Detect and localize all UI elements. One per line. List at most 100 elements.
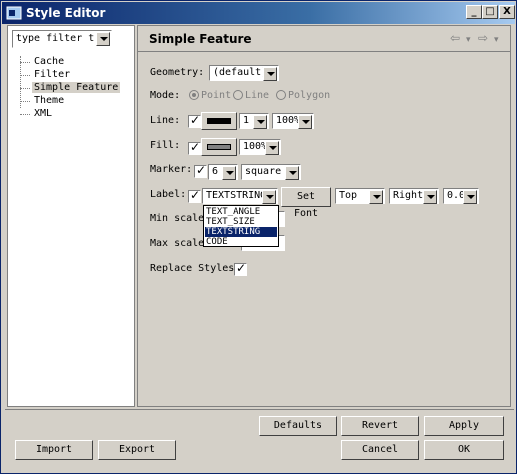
line-width-dropdown-button[interactable] <box>253 115 267 129</box>
fill-color-swatch <box>207 144 231 150</box>
close-button[interactable]: X <box>499 5 515 19</box>
marker-shape-value: square <box>245 166 282 177</box>
line-opacity-dropdown-button[interactable] <box>298 115 312 129</box>
category-pane: type filter text Cache Filter Simple Fea… <box>7 25 135 407</box>
line-width-value: 1 <box>243 115 250 126</box>
mode-point-label: Point <box>201 90 232 101</box>
label-field-dropdown-list: TEXT_ANGLE TEXT_SIZE TEXTSTRING CODE <box>203 205 279 247</box>
line-opacity-value: 100% <box>276 115 301 126</box>
label-vertical-value: Top <box>339 190 358 201</box>
label-field-dropdown-button[interactable] <box>262 190 276 204</box>
back-arrow-icon[interactable]: ⇦ <box>450 31 460 45</box>
revert-button[interactable]: Revert <box>341 416 419 436</box>
label-checkbox[interactable]: ✓ <box>188 188 201 203</box>
chevron-down-icon <box>267 72 275 76</box>
label-rotation-select[interactable]: 0.0 <box>443 188 479 204</box>
replace-styles-label: Replace Styles: <box>150 263 241 274</box>
label-field-value: TEXTSTRING <box>206 190 267 201</box>
mode-line-label: Line <box>245 90 270 101</box>
app-icon <box>6 6 22 20</box>
set-font-button[interactable]: Set Font <box>281 187 331 219</box>
min-scale-label: Min scale: <box>150 213 211 224</box>
label-rotation-dropdown-button[interactable] <box>463 190 477 204</box>
geometry-dropdown-button[interactable] <box>263 67 277 81</box>
line-color-swatch <box>207 118 231 124</box>
chevron-down-icon <box>467 195 475 199</box>
geometry-value: (default) <box>213 67 268 78</box>
label-horizontal-dropdown-button[interactable] <box>423 190 437 204</box>
label-row-label: Label: <box>150 189 187 200</box>
mode-label: Mode: <box>150 90 181 101</box>
cancel-button[interactable]: Cancel <box>341 440 419 460</box>
chevron-down-icon <box>427 195 435 199</box>
line-checkbox[interactable]: ✓ <box>188 113 201 128</box>
import-button[interactable]: Import <box>15 440 93 460</box>
line-label: Line: <box>150 115 181 126</box>
export-button[interactable]: Export <box>98 440 176 460</box>
dropdown-option-code[interactable]: CODE <box>205 237 277 247</box>
marker-size-dropdown-button[interactable] <box>222 166 236 180</box>
fill-opacity-select[interactable]: 100% <box>239 139 281 155</box>
label-horizontal-value: Right <box>393 190 424 201</box>
chevron-down-icon <box>289 171 297 175</box>
geometry-label: Geometry: <box>150 67 205 78</box>
chevron-down-icon <box>269 146 277 150</box>
check-icon: ✓ <box>190 188 201 202</box>
maximize-button[interactable]: □ <box>482 5 498 19</box>
filter-combo[interactable]: type filter text <box>12 30 112 48</box>
style-editor-window: Style Editor _ □ X type filter text Cach… <box>0 0 517 474</box>
chevron-down-icon <box>100 37 108 41</box>
marker-shape-dropdown-button[interactable] <box>285 166 299 180</box>
marker-label: Marker: <box>150 164 193 175</box>
fill-opacity-value: 100% <box>243 141 268 152</box>
check-icon: ✓ <box>236 261 247 275</box>
forward-menu-icon[interactable]: ▾ <box>494 35 499 45</box>
apply-button[interactable]: Apply <box>424 416 504 436</box>
chevron-down-icon <box>226 171 234 175</box>
check-icon: ✓ <box>190 113 201 127</box>
fill-checkbox[interactable]: ✓ <box>188 140 201 155</box>
window-title: Style Editor <box>26 6 106 20</box>
replace-styles-checkbox[interactable]: ✓ <box>234 261 247 276</box>
page-header: Simple Feature ⇦ ▾ ⇨ ▾ <box>138 26 510 52</box>
line-width-select[interactable]: 1 <box>239 113 269 129</box>
label-field-select[interactable]: TEXTSTRING <box>202 188 278 204</box>
tree-item-label: Theme <box>34 95 65 106</box>
chevron-down-icon <box>302 120 310 124</box>
marker-shape-select[interactable]: square <box>241 164 301 180</box>
chevron-down-icon <box>266 195 274 199</box>
line-opacity-select[interactable]: 100% <box>272 113 314 129</box>
tree-item-label: Simple Feature <box>32 82 121 93</box>
marker-checkbox[interactable]: ✓ <box>194 163 207 178</box>
check-icon: ✓ <box>196 163 207 177</box>
line-color-button[interactable] <box>201 112 237 130</box>
fill-color-button[interactable] <box>201 138 237 156</box>
label-vertical-select[interactable]: Top <box>335 188 385 204</box>
dropdown-option-textstring[interactable]: TEXTSTRING <box>205 227 277 237</box>
title-bar[interactable]: Style Editor _ □ X <box>2 2 515 24</box>
mode-point-radio[interactable] <box>189 90 199 100</box>
dropdown-option-text-angle[interactable]: TEXT_ANGLE <box>205 207 277 217</box>
minimize-button[interactable]: _ <box>466 5 482 19</box>
mode-polygon-radio[interactable] <box>276 90 286 100</box>
forward-arrow-icon[interactable]: ⇨ <box>478 31 488 45</box>
fill-opacity-dropdown-button[interactable] <box>265 141 279 155</box>
fill-label: Fill: <box>150 140 181 151</box>
tree-item-label: Cache <box>34 56 65 67</box>
defaults-button[interactable]: Defaults <box>259 416 337 436</box>
chevron-down-icon <box>257 120 265 124</box>
label-vertical-dropdown-button[interactable] <box>369 190 383 204</box>
dropdown-option-text-size[interactable]: TEXT_SIZE <box>205 217 277 227</box>
chevron-down-icon <box>373 195 381 199</box>
marker-size-select[interactable]: 6 <box>208 164 238 180</box>
filter-input[interactable]: type filter text <box>16 33 94 44</box>
back-menu-icon[interactable]: ▾ <box>466 35 471 45</box>
marker-size-value: 6 <box>212 166 219 177</box>
geometry-select[interactable]: (default) <box>209 65 279 81</box>
filter-dropdown-button[interactable] <box>96 32 110 46</box>
check-icon: ✓ <box>190 140 201 154</box>
mode-polygon-label: Polygon <box>288 90 331 101</box>
mode-line-radio[interactable] <box>233 90 243 100</box>
label-horizontal-select[interactable]: Right <box>389 188 439 204</box>
ok-button[interactable]: OK <box>424 440 504 460</box>
